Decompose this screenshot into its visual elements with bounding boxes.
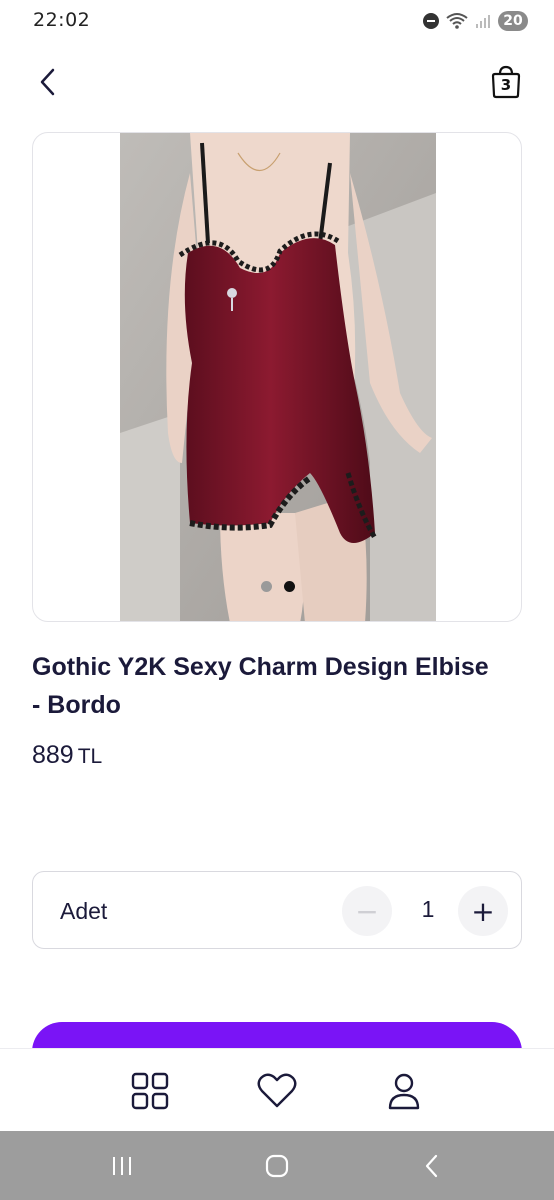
home-icon — [265, 1154, 289, 1178]
status-time: 22:02 — [33, 9, 91, 31]
recents-icon — [113, 1157, 131, 1175]
system-back-button[interactable] — [415, 1151, 449, 1181]
dnd-icon — [423, 13, 439, 29]
product-photo[interactable] — [120, 133, 436, 622]
system-recents-button[interactable] — [105, 1151, 139, 1181]
system-home-button[interactable] — [260, 1151, 294, 1181]
quantity-increase-button[interactable]: + — [458, 886, 508, 936]
plus-icon: + — [471, 894, 495, 928]
price-currency: TL — [77, 745, 103, 768]
carousel-dot[interactable] — [261, 581, 272, 592]
cart-count-badge: 3 — [500, 76, 512, 94]
bottom-navigation — [0, 1048, 554, 1131]
back-icon — [425, 1154, 438, 1178]
back-button[interactable] — [30, 62, 66, 102]
status-bar: 22:02 20 — [0, 0, 554, 44]
signal-icon — [476, 15, 490, 28]
cart-button[interactable]: 3 — [488, 62, 524, 102]
carousel-dot-active[interactable] — [284, 581, 295, 592]
product-image-card[interactable] — [32, 132, 522, 622]
quantity-decrease-button[interactable]: − — [342, 886, 392, 936]
categories-icon — [131, 1072, 169, 1110]
quantity-label: Adet — [60, 898, 108, 924]
nav-account[interactable] — [382, 1069, 426, 1113]
user-icon — [388, 1073, 420, 1110]
product-price: 889 TL — [32, 741, 102, 770]
minus-icon: − — [355, 894, 379, 928]
carousel-dots — [33, 581, 521, 592]
quantity-selector: Adet − 1 + — [32, 871, 522, 949]
heart-icon — [257, 1073, 297, 1108]
price-value: 889 — [32, 741, 74, 769]
nav-favorites[interactable] — [255, 1069, 299, 1113]
status-icons: 20 — [423, 10, 528, 32]
quantity-value: 1 — [421, 896, 435, 922]
wifi-icon — [446, 13, 468, 29]
product-title: Gothic Y2K Sexy Charm Design Elbise - Bo… — [32, 653, 489, 719]
nav-categories[interactable] — [128, 1069, 172, 1113]
battery-icon: 20 — [498, 11, 528, 31]
chevron-left-icon — [40, 68, 55, 96]
system-navigation-bar — [0, 1131, 554, 1200]
